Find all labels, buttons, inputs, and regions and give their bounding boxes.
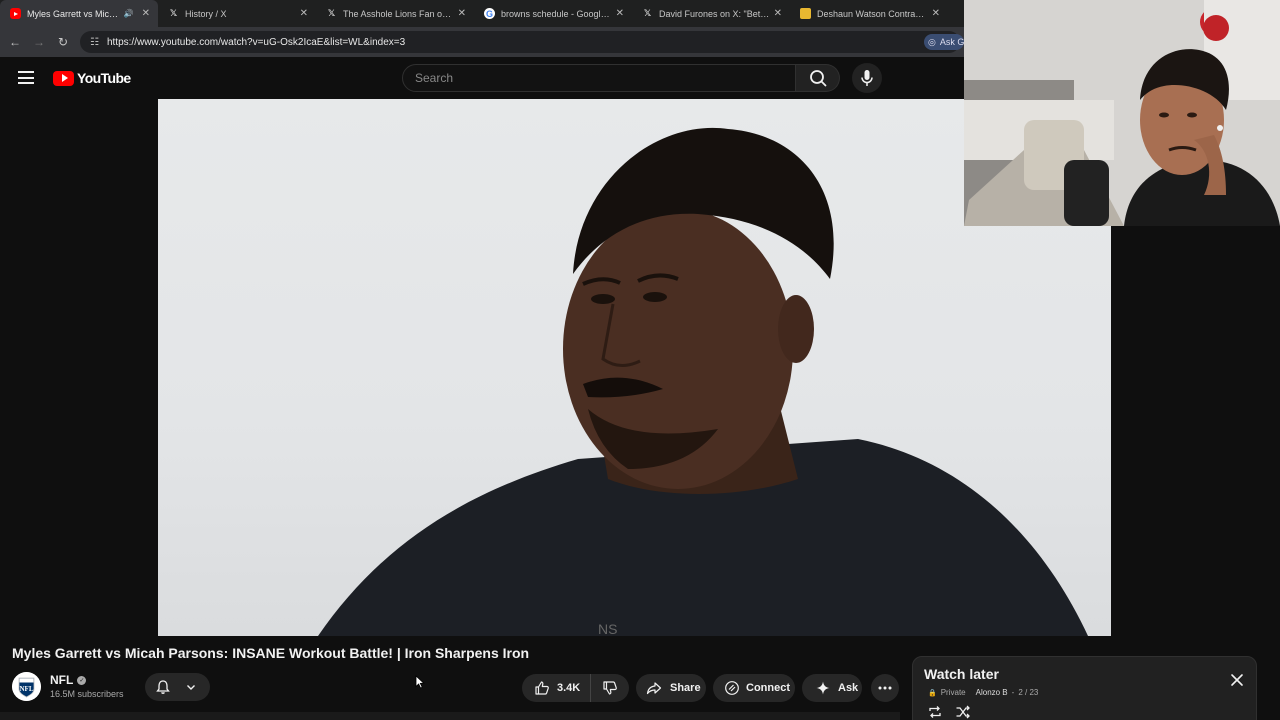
share-label: Share — [670, 682, 701, 694]
youtube-logo[interactable]: YouTube — [53, 70, 131, 86]
like-button[interactable]: 3.4K — [522, 674, 592, 702]
close-icon — [1231, 674, 1243, 686]
video-title: Myles Garrett vs Micah Parsons: INSANE W… — [12, 645, 530, 661]
channel-name[interactable]: NFL ✓ — [50, 673, 87, 687]
connect-label: Connect — [746, 682, 790, 694]
youtube-favicon-icon — [10, 8, 21, 19]
tab-title: History / X — [185, 8, 227, 19]
site-info-icon[interactable]: ☷ — [90, 37, 99, 48]
tab-title: Myles Garrett vs Micah Pars — [27, 8, 120, 19]
back-arrow-icon[interactable]: ← — [3, 35, 27, 49]
close-playlist-button[interactable] — [1230, 673, 1244, 692]
menu-icon[interactable] — [18, 71, 34, 84]
search-box — [402, 64, 796, 92]
tab-title: Deshaun Watson Contract, Sala — [817, 8, 928, 19]
playlist-owner[interactable]: Alonzo B — [976, 688, 1008, 697]
bell-icon — [156, 680, 170, 694]
channel-name-text: NFL — [50, 673, 74, 687]
ask-google-chip[interactable]: ◎ Ask G — [924, 34, 964, 50]
tab-title: browns schedule - Google Sear — [501, 8, 612, 19]
chevron-down-icon — [187, 685, 195, 690]
connect-button[interactable]: Connect — [713, 674, 795, 702]
browser-tab-lions-fan[interactable]: 𝕏 The Asshole Lions Fan on X: "h ✕ — [316, 0, 474, 27]
voice-search-button[interactable] — [852, 63, 882, 93]
close-tab-icon[interactable]: ✕ — [932, 8, 940, 19]
search-input[interactable] — [403, 65, 795, 91]
subscription-notifications-button[interactable] — [145, 673, 210, 701]
playlist-position: 2 / 23 — [1018, 688, 1039, 697]
speaker-icon[interactable]: 🔊 — [124, 9, 134, 18]
nfl-shield-logo-icon: NFL — [12, 672, 41, 701]
browser-tab-david-furones[interactable]: 𝕏 David Furones on X: "BetMGM ✕ — [632, 0, 790, 27]
browser-tab-google-search[interactable]: G browns schedule - Google Sear ✕ — [474, 0, 632, 27]
description-box-edge — [0, 712, 900, 720]
loop-playlist-button[interactable] — [927, 705, 943, 720]
browser-tab-watson-contract[interactable]: Deshaun Watson Contract, Sala ✕ — [790, 0, 948, 27]
separator-dot: - — [1011, 688, 1015, 697]
more-actions-button[interactable] — [871, 674, 899, 702]
x-favicon-icon: 𝕏 — [169, 8, 178, 18]
x-favicon-icon: 𝕏 — [327, 8, 336, 18]
reload-icon[interactable]: ↻ — [51, 35, 75, 49]
playlist-title[interactable]: Watch later — [924, 666, 999, 682]
close-tab-icon[interactable]: ✕ — [458, 8, 466, 19]
more-horizontal-icon — [878, 686, 892, 690]
ask-label: Ask — [838, 682, 859, 694]
channel-avatar[interactable]: NFL — [12, 672, 41, 701]
link-icon — [725, 681, 739, 695]
loop-icon — [929, 706, 941, 718]
search-icon — [810, 70, 827, 87]
verified-check-icon: ✓ — [77, 675, 87, 685]
google-favicon-icon: G — [484, 8, 495, 19]
close-tab-icon[interactable]: ✕ — [774, 8, 782, 19]
microphone-icon — [861, 70, 873, 86]
dislike-button[interactable] — [591, 674, 629, 702]
x-favicon-icon: 𝕏 — [643, 8, 652, 18]
shuffle-playlist-button[interactable] — [955, 705, 971, 720]
lock-icon: 🔒 — [928, 689, 937, 697]
ask-button[interactable]: Ask — [802, 674, 862, 702]
thumbs-down-icon — [603, 681, 618, 695]
tab-title: The Asshole Lions Fan on X: "h — [343, 8, 454, 19]
browser-tab-history[interactable]: 𝕏 History / X ✕ — [158, 0, 316, 27]
playlist-panel: Watch later 🔒 Private Alonzo B - 2 / 23 — [912, 656, 1257, 720]
subscriber-count: 16.5M subscribers — [50, 689, 124, 699]
tab-title: David Furones on X: "BetMGM — [659, 8, 770, 19]
close-tab-icon[interactable]: ✕ — [616, 8, 624, 19]
ask-chip-label: Ask G — [939, 37, 964, 47]
share-arrow-icon — [646, 682, 662, 695]
close-tab-icon[interactable]: ✕ — [300, 8, 308, 19]
mouse-cursor-icon — [415, 675, 425, 689]
address-bar[interactable]: ☷ https://www.youtube.com/watch?v=uG-Osk… — [80, 31, 960, 53]
like-count: 3.4K — [557, 682, 581, 694]
like-dislike-group: 3.4K — [522, 674, 629, 702]
close-tab-icon[interactable]: ✕ — [142, 8, 150, 19]
shuffle-icon — [956, 705, 970, 719]
share-button[interactable]: Share — [636, 674, 706, 702]
document-favicon-icon — [800, 8, 811, 19]
forward-arrow-icon[interactable]: → — [27, 35, 51, 49]
url-text: https://www.youtube.com/watch?v=uG-Osk2I… — [106, 36, 406, 48]
search-button[interactable] — [796, 64, 840, 92]
avatar-text: NFL — [20, 685, 34, 693]
streamer-webcam-overlay — [964, 0, 1280, 226]
lens-icon: ◎ — [928, 36, 936, 47]
logo-text: YouTube — [77, 70, 131, 86]
youtube-play-logo-icon — [53, 70, 74, 86]
webcam-feed-illustration — [964, 0, 1280, 226]
shirt-print-text: NS — [598, 621, 617, 636]
playlist-privacy: Private — [940, 688, 966, 697]
browser-tab-youtube-video[interactable]: Myles Garrett vs Micah Pars 🔊 ✕ — [0, 0, 158, 27]
playlist-meta: 🔒 Private Alonzo B - 2 / 23 — [928, 688, 1038, 697]
sparkle-icon — [816, 681, 830, 695]
thumbs-up-icon — [535, 681, 549, 695]
